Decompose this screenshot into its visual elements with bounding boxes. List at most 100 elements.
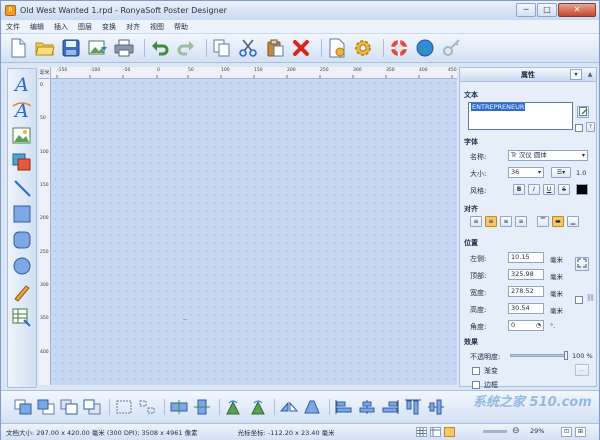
angle-input[interactable]: 0 ◔ [508,320,544,331]
curved-text-tool[interactable]: A [11,99,33,121]
left-input[interactable]: 10.15 [508,252,544,263]
rotate-right-button[interactable] [247,397,267,417]
undo-button[interactable] [149,37,171,59]
center-horizontal-button[interactable] [169,397,189,417]
cursor-position-status: 光标坐标: -112.20 x 23.40 毫米 [237,429,335,437]
poster-canvas[interactable] [51,79,457,385]
menu-align[interactable]: 对齐 [121,22,145,32]
rectangle-tool[interactable] [11,203,33,225]
opacity-slider-thumb[interactable] [564,351,568,360]
redo-icon [177,41,194,56]
align-objects-left-button[interactable] [334,397,354,417]
strikethrough-button[interactable]: S [558,184,570,195]
width-input[interactable]: 278.52 [508,286,544,297]
website-button[interactable] [414,37,436,59]
menu-view[interactable]: 视图 [145,22,169,32]
register-button[interactable] [441,37,463,59]
table-tool[interactable] [11,307,33,329]
panel-menu-button[interactable]: ▾ [570,69,582,80]
align-objects-center-button[interactable] [357,397,377,417]
new-file-button[interactable] [7,37,29,59]
font-color-swatch[interactable] [576,184,588,195]
font-size-label: 大小: [470,170,487,178]
text-info-button[interactable]: ? [586,122,595,132]
delete-button[interactable] [290,37,312,59]
align-objects-right-button[interactable] [380,397,400,417]
line-spacing-button[interactable]: ☰▾ [551,167,571,178]
freehand-tool[interactable] [11,281,33,303]
font-name-select[interactable]: Tr 汉仪 圆体 ▾ [508,150,588,161]
top-input[interactable]: 325.98 [508,269,544,280]
zoom-out-icon[interactable]: ⊖ [512,426,520,436]
menu-edit[interactable]: 编辑 [25,22,49,32]
italic-button[interactable]: I [528,184,540,195]
ellipse-tool[interactable] [11,255,33,277]
fit-size-button[interactable] [575,257,589,271]
rotate-left-button[interactable] [224,397,244,417]
ungroup-button[interactable] [137,397,157,417]
align-objects-middle-button[interactable] [426,397,446,417]
line-tool[interactable] [11,177,33,199]
send-to-back-button[interactable] [36,397,56,417]
menu-help[interactable]: 帮助 [169,22,193,32]
text-option-checkbox[interactable] [575,124,583,132]
scroll-up-icon[interactable]: ▲ [585,69,595,80]
page-view-button[interactable] [444,427,455,437]
settings-button[interactable] [352,37,374,59]
opacity-slider[interactable] [510,351,568,360]
print-button[interactable] [113,37,135,59]
group-button[interactable] [114,397,134,417]
center-vertical-button[interactable] [192,397,212,417]
menu-file[interactable]: 文件 [1,22,25,32]
edit-text-button[interactable] [577,106,589,118]
export-image-button[interactable] [87,37,109,59]
zoom-fit-button[interactable]: ⊡ [561,427,572,437]
redo-button[interactable] [175,37,197,59]
keep-ratio-checkbox[interactable] [575,296,583,304]
menu-transform[interactable]: 变换 [97,22,121,32]
bold-button[interactable]: B [513,184,525,195]
menu-insert[interactable]: 插入 [49,22,73,32]
text-tool[interactable]: A [11,73,33,95]
underline-button[interactable]: U [543,184,555,195]
height-input[interactable]: 30.54 [508,303,544,314]
gradient-settings-button[interactable]: … [575,364,589,376]
rounded-rectangle-tool[interactable] [11,229,33,251]
open-file-button[interactable] [34,37,56,59]
align-center-button[interactable]: ≡ [485,216,497,227]
copy-button[interactable] [211,37,233,59]
valign-top-button[interactable]: ▔ [537,216,549,227]
ungroup-icon [139,400,155,414]
close-button[interactable]: ✕ [558,3,596,17]
flip-vertical-button[interactable] [302,397,322,417]
ruler-toggle-button[interactable] [430,427,441,437]
zoom-actual-button[interactable]: ⊞ [575,427,586,437]
align-justify-button[interactable]: ≡ [515,216,527,227]
font-size-select[interactable]: 36 ▾ [508,167,544,178]
cut-button[interactable] [237,37,259,59]
help-button[interactable] [388,37,410,59]
menu-layer[interactable]: 图层 [73,22,97,32]
valign-bottom-button[interactable]: ▁ [567,216,579,227]
align-right-button[interactable]: ≡ [500,216,512,227]
image-tool[interactable] [11,125,33,147]
align-objects-top-button[interactable] [403,397,423,417]
text-section-title: 文本 [464,91,478,99]
bring-to-front-button[interactable] [13,397,33,417]
page-setup-button[interactable] [326,37,348,59]
save-button[interactable] [60,37,82,59]
gradient-checkbox[interactable] [472,367,480,375]
paste-button[interactable] [264,37,286,59]
border-checkbox[interactable] [472,381,480,389]
flip-horizontal-button[interactable] [279,397,299,417]
text-content-input[interactable]: ENTREPRENEUR [468,102,573,130]
align-left-button[interactable]: ≡ [470,216,482,227]
clipart-tool[interactable] [11,151,33,173]
minimize-button[interactable]: ─ [516,3,536,17]
bring-forward-button[interactable] [59,397,79,417]
grid-view-button[interactable] [416,427,427,437]
valign-middle-button[interactable]: ▬ [552,216,564,227]
send-backward-button[interactable] [82,397,102,417]
maximize-button[interactable]: □ [537,3,557,17]
zoom-slider[interactable] [483,430,507,433]
